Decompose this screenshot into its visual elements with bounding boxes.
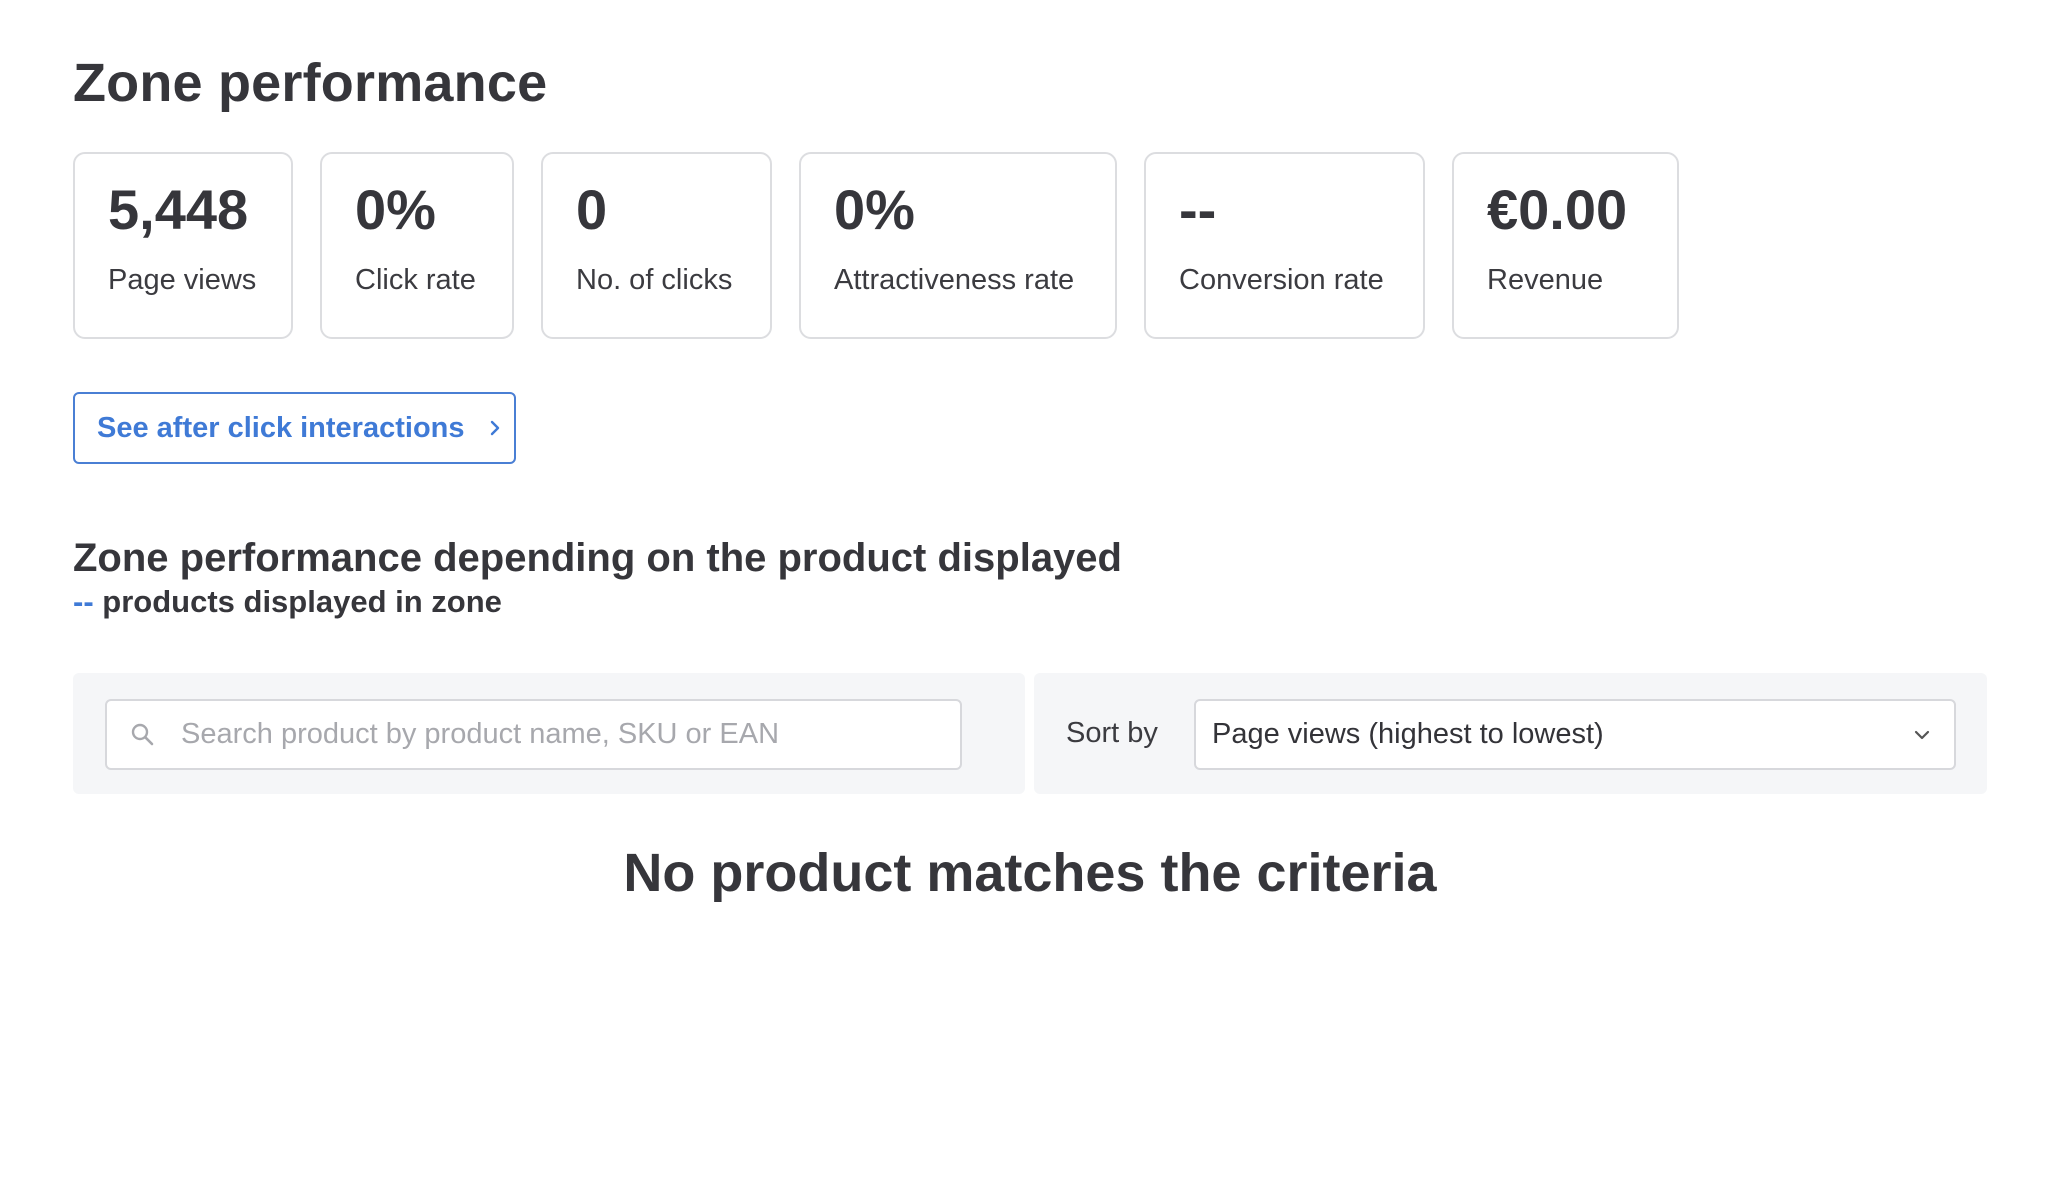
- kpi-value: €0.00: [1487, 178, 1628, 241]
- kpi-card-click-rate: 0% Click rate: [320, 152, 514, 339]
- kpi-card-clicks: 0 No. of clicks: [541, 152, 772, 339]
- sort-selected-value: Page views (highest to lowest): [1212, 718, 1604, 750]
- search-icon: [129, 721, 157, 749]
- section-subtitle: -- products displayed in zone: [73, 584, 502, 620]
- kpi-value: 0: [576, 178, 608, 241]
- sort-select[interactable]: Page views (highest to lowest): [1194, 699, 1956, 770]
- kpi-label: Page views: [108, 264, 257, 296]
- kpi-value: 0%: [834, 178, 915, 241]
- kpi-card-revenue: €0.00 Revenue: [1452, 152, 1679, 339]
- kpi-label: Click rate: [355, 264, 476, 296]
- see-after-click-interactions-button[interactable]: See after click interactions: [73, 392, 516, 464]
- search-input[interactable]: [181, 718, 941, 751]
- kpi-card-attractiveness-rate: 0% Attractiveness rate: [799, 152, 1117, 339]
- chevron-right-icon: [485, 418, 505, 438]
- kpi-label: No. of clicks: [576, 264, 733, 296]
- kpi-row: 5,448 Page views 0% Click rate 0 No. of …: [73, 152, 1679, 339]
- after-click-label: See after click interactions: [97, 411, 465, 444]
- page-title: Zone performance: [73, 53, 548, 113]
- chevron-down-icon: [1912, 725, 1932, 745]
- kpi-value: --: [1179, 178, 1217, 241]
- subtitle-text: products displayed in zone: [102, 584, 502, 619]
- search-box[interactable]: [105, 699, 962, 770]
- empty-state-message: No product matches the criteria: [623, 843, 1437, 903]
- products-count: --: [73, 584, 94, 619]
- kpi-label: Conversion rate: [1179, 264, 1384, 296]
- section-title: Zone performance depending on the produc…: [73, 536, 1122, 580]
- kpi-label: Attractiveness rate: [834, 264, 1075, 296]
- sort-label: Sort by: [1066, 717, 1158, 749]
- kpi-label: Revenue: [1487, 264, 1604, 296]
- kpi-value: 5,448: [108, 178, 249, 241]
- search-panel: [73, 673, 1025, 794]
- kpi-card-page-views: 5,448 Page views: [73, 152, 293, 339]
- kpi-card-conversion-rate: -- Conversion rate: [1144, 152, 1425, 339]
- sort-panel: Sort by Page views (highest to lowest): [1034, 673, 1987, 794]
- kpi-value: 0%: [355, 178, 436, 241]
